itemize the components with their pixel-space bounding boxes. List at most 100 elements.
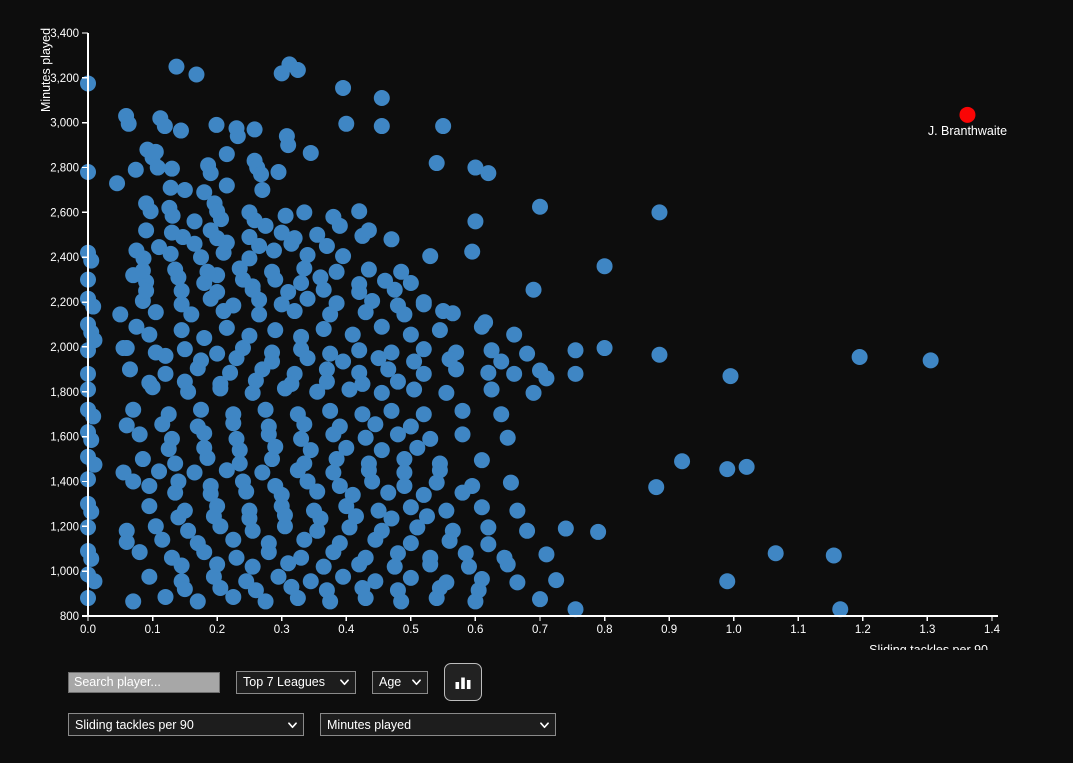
- data-point[interactable]: [188, 66, 205, 83]
- data-point[interactable]: [273, 486, 290, 503]
- data-point[interactable]: [832, 601, 849, 618]
- data-point[interactable]: [196, 439, 213, 456]
- data-point[interactable]: [238, 483, 255, 500]
- data-point[interactable]: [254, 181, 271, 198]
- data-point[interactable]: [296, 204, 313, 221]
- data-point[interactable]: [86, 573, 103, 590]
- data-point[interactable]: [441, 351, 458, 368]
- data-point[interactable]: [851, 349, 868, 366]
- age-select[interactable]: Age: [372, 670, 428, 694]
- data-point[interactable]: [567, 342, 584, 359]
- scatter-chart[interactable]: 800 1,000 1,200 1,400 1,600 1,800 2,000 2,200 2,…: [0, 0, 1073, 650]
- data-point[interactable]: [467, 213, 484, 230]
- data-point[interactable]: [373, 442, 390, 459]
- data-point[interactable]: [138, 222, 155, 239]
- data-point[interactable]: [186, 464, 203, 481]
- data-point[interactable]: [499, 429, 516, 446]
- data-point[interactable]: [325, 464, 342, 481]
- data-point[interactable]: [506, 365, 523, 382]
- data-point[interactable]: [156, 118, 173, 135]
- data-point[interactable]: [244, 281, 261, 298]
- data-point[interactable]: [115, 464, 132, 481]
- data-point[interactable]: [383, 510, 400, 527]
- data-point[interactable]: [470, 582, 487, 599]
- data-point[interactable]: [380, 484, 397, 501]
- data-point[interactable]: [157, 347, 174, 364]
- data-point[interactable]: [134, 451, 151, 468]
- data-point[interactable]: [280, 283, 297, 300]
- data-point[interactable]: [302, 144, 319, 161]
- data-point[interactable]: [280, 555, 297, 572]
- data-point[interactable]: [648, 479, 665, 496]
- data-point[interactable]: [431, 322, 448, 339]
- data-point[interactable]: [173, 557, 190, 574]
- data-point[interactable]: [454, 484, 471, 501]
- data-point[interactable]: [142, 203, 159, 220]
- data-point[interactable]: [473, 499, 490, 516]
- data-point[interactable]: [331, 418, 348, 435]
- data-point[interactable]: [83, 503, 100, 520]
- data-point[interactable]: [567, 365, 584, 382]
- data-point[interactable]: [322, 402, 339, 419]
- data-point[interactable]: [270, 164, 287, 181]
- data-point[interactable]: [138, 282, 155, 299]
- data-point[interactable]: [357, 304, 374, 321]
- data-point[interactable]: [370, 350, 387, 367]
- data-point[interactable]: [163, 160, 180, 177]
- data-point[interactable]: [196, 329, 213, 346]
- data-point[interactable]: [246, 121, 263, 138]
- data-point[interactable]: [435, 118, 452, 135]
- data-point[interactable]: [493, 406, 510, 423]
- data-point[interactable]: [738, 458, 755, 475]
- data-point[interactable]: [125, 593, 142, 610]
- data-point[interactable]: [299, 290, 316, 307]
- data-point[interactable]: [141, 326, 158, 343]
- data-point[interactable]: [454, 402, 471, 419]
- data-point[interactable]: [422, 430, 439, 447]
- data-point[interactable]: [367, 531, 384, 548]
- data-point[interactable]: [538, 546, 555, 563]
- data-point[interactable]: [389, 373, 406, 390]
- data-point[interactable]: [302, 573, 319, 590]
- data-point[interactable]: [590, 523, 607, 540]
- x-axis-metric-select[interactable]: Sliding tackles per 90: [68, 713, 304, 736]
- data-point[interactable]: [86, 456, 103, 473]
- chart-toggle-button[interactable]: [444, 663, 482, 701]
- data-point[interactable]: [147, 143, 164, 160]
- data-point[interactable]: [254, 464, 271, 481]
- data-point[interactable]: [257, 401, 274, 418]
- data-point[interactable]: [557, 520, 574, 537]
- data-point[interactable]: [373, 118, 390, 135]
- data-point[interactable]: [477, 314, 494, 331]
- data-point[interactable]: [162, 179, 179, 196]
- data-point[interactable]: [212, 579, 229, 596]
- data-point[interactable]: [225, 588, 242, 605]
- data-point[interactable]: [373, 384, 390, 401]
- data-point[interactable]: [825, 547, 842, 564]
- data-point[interactable]: [651, 346, 668, 363]
- data-point[interactable]: [189, 418, 206, 435]
- highlighted-data-point[interactable]: [959, 106, 976, 123]
- data-point[interactable]: [519, 522, 536, 539]
- data-point[interactable]: [265, 242, 282, 259]
- data-point[interactable]: [335, 568, 352, 585]
- data-point[interactable]: [315, 320, 332, 337]
- data-point[interactable]: [431, 579, 448, 596]
- data-point[interactable]: [422, 556, 439, 573]
- data-point[interactable]: [267, 322, 284, 339]
- data-point[interactable]: [131, 544, 148, 561]
- data-point[interactable]: [167, 484, 184, 501]
- data-point[interactable]: [389, 545, 406, 562]
- data-point[interactable]: [283, 235, 300, 252]
- data-point[interactable]: [719, 461, 736, 478]
- search-input[interactable]: [68, 671, 220, 693]
- data-point[interactable]: [276, 507, 293, 524]
- data-point[interactable]: [354, 406, 371, 423]
- data-point[interactable]: [344, 326, 361, 343]
- data-point[interactable]: [457, 545, 474, 562]
- data-point[interactable]: [360, 462, 377, 479]
- data-point[interactable]: [127, 161, 144, 178]
- data-point[interactable]: [480, 519, 497, 536]
- data-point[interactable]: [322, 306, 339, 323]
- league-select[interactable]: Top 7 Leagues: [236, 670, 356, 694]
